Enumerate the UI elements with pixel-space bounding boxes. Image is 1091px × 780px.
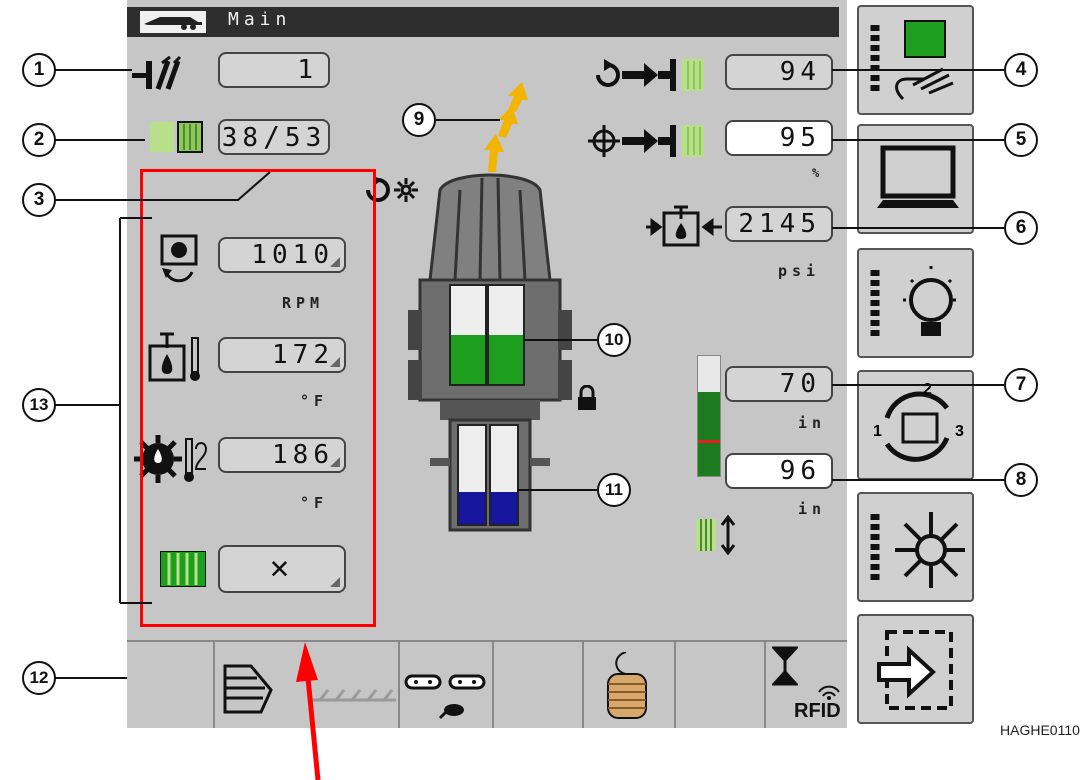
callout-lines xyxy=(55,69,1004,780)
callout-5: 5 xyxy=(1004,123,1038,157)
callout-10: 10 xyxy=(597,323,631,357)
red-pointer-arrow xyxy=(296,642,321,780)
callout-1: 1 xyxy=(22,53,56,87)
callout-8: 8 xyxy=(1004,463,1038,497)
reference-code: HAGHE0110 xyxy=(1000,722,1080,738)
callout-12: 12 xyxy=(22,661,56,695)
callout-6: 6 xyxy=(1004,211,1038,245)
callout-13: 13 xyxy=(22,388,56,422)
callout-9: 9 xyxy=(402,103,436,137)
callout-4: 4 xyxy=(1004,53,1038,87)
callout-3: 3 xyxy=(22,183,56,217)
callout-7: 7 xyxy=(1004,368,1038,402)
callout-2: 2 xyxy=(22,123,56,157)
callout-11: 11 xyxy=(597,473,631,507)
